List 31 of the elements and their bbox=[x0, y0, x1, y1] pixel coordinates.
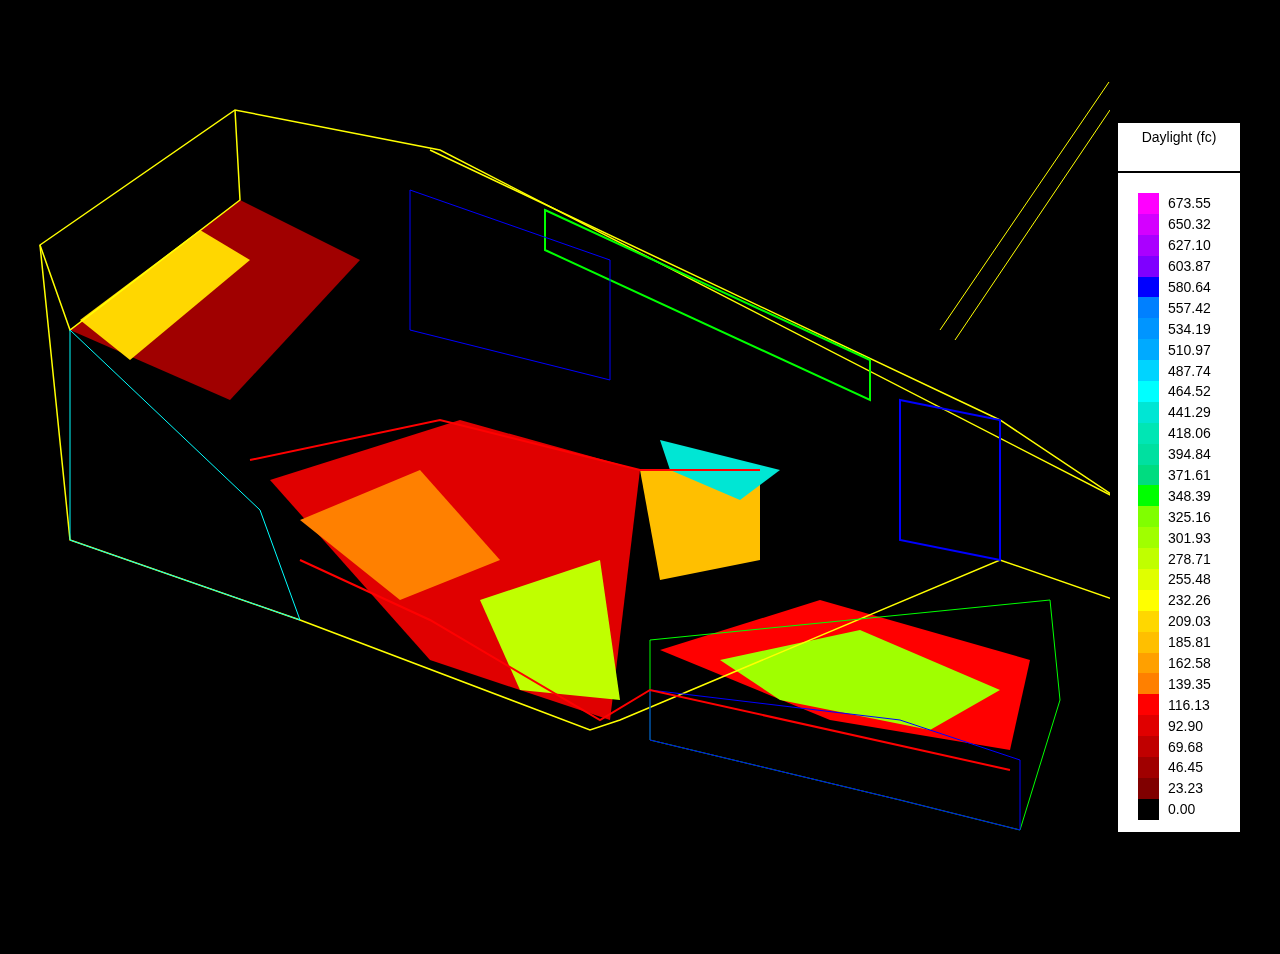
legend-value: 580.64 bbox=[1168, 279, 1211, 295]
legend-value: 510.97 bbox=[1168, 341, 1211, 358]
legend-value: 209.03 bbox=[1168, 613, 1211, 630]
legend-value: 301.93 bbox=[1168, 529, 1211, 546]
legend-value: 557.42 bbox=[1168, 299, 1211, 316]
legend-value: 441.29 bbox=[1168, 404, 1211, 421]
legend-value: 0.00 bbox=[1168, 801, 1196, 818]
legend-value: 185.81 bbox=[1168, 634, 1211, 651]
legend-value: 650.32 bbox=[1168, 216, 1211, 233]
legend-value: 487.74 bbox=[1168, 362, 1211, 379]
legend-value: 255.48 bbox=[1168, 571, 1211, 588]
legend-value: 69.68 bbox=[1168, 738, 1204, 755]
legend-value: 418.06 bbox=[1168, 425, 1211, 442]
legend-value: 464.52 bbox=[1168, 383, 1211, 400]
legend-value: 116.13 bbox=[1168, 696, 1210, 713]
legend-value: 371.61 bbox=[1168, 467, 1211, 483]
legend-title: Daylight (fc) bbox=[1141, 129, 1217, 147]
legend-value: 92.90 bbox=[1168, 717, 1204, 734]
legend-value: 673.55 bbox=[1168, 195, 1211, 212]
legend-value: 534.19 bbox=[1168, 320, 1211, 337]
legend-value: 232.26 bbox=[1168, 592, 1211, 609]
legend-value: 394.84 bbox=[1168, 446, 1211, 463]
legend-value: 162.58 bbox=[1168, 655, 1211, 672]
legend-value: 139.35 bbox=[1168, 675, 1211, 692]
legend-value: 603.87 bbox=[1168, 258, 1211, 275]
legend-value: 23.23 bbox=[1168, 780, 1204, 797]
legend-value: 46.45 bbox=[1168, 759, 1204, 776]
legend-value: 348.39 bbox=[1168, 487, 1211, 504]
legend-value: 278.71 bbox=[1168, 550, 1211, 567]
legend-value: 325.16 bbox=[1168, 508, 1211, 525]
legend-value: 627.10 bbox=[1168, 237, 1211, 254]
